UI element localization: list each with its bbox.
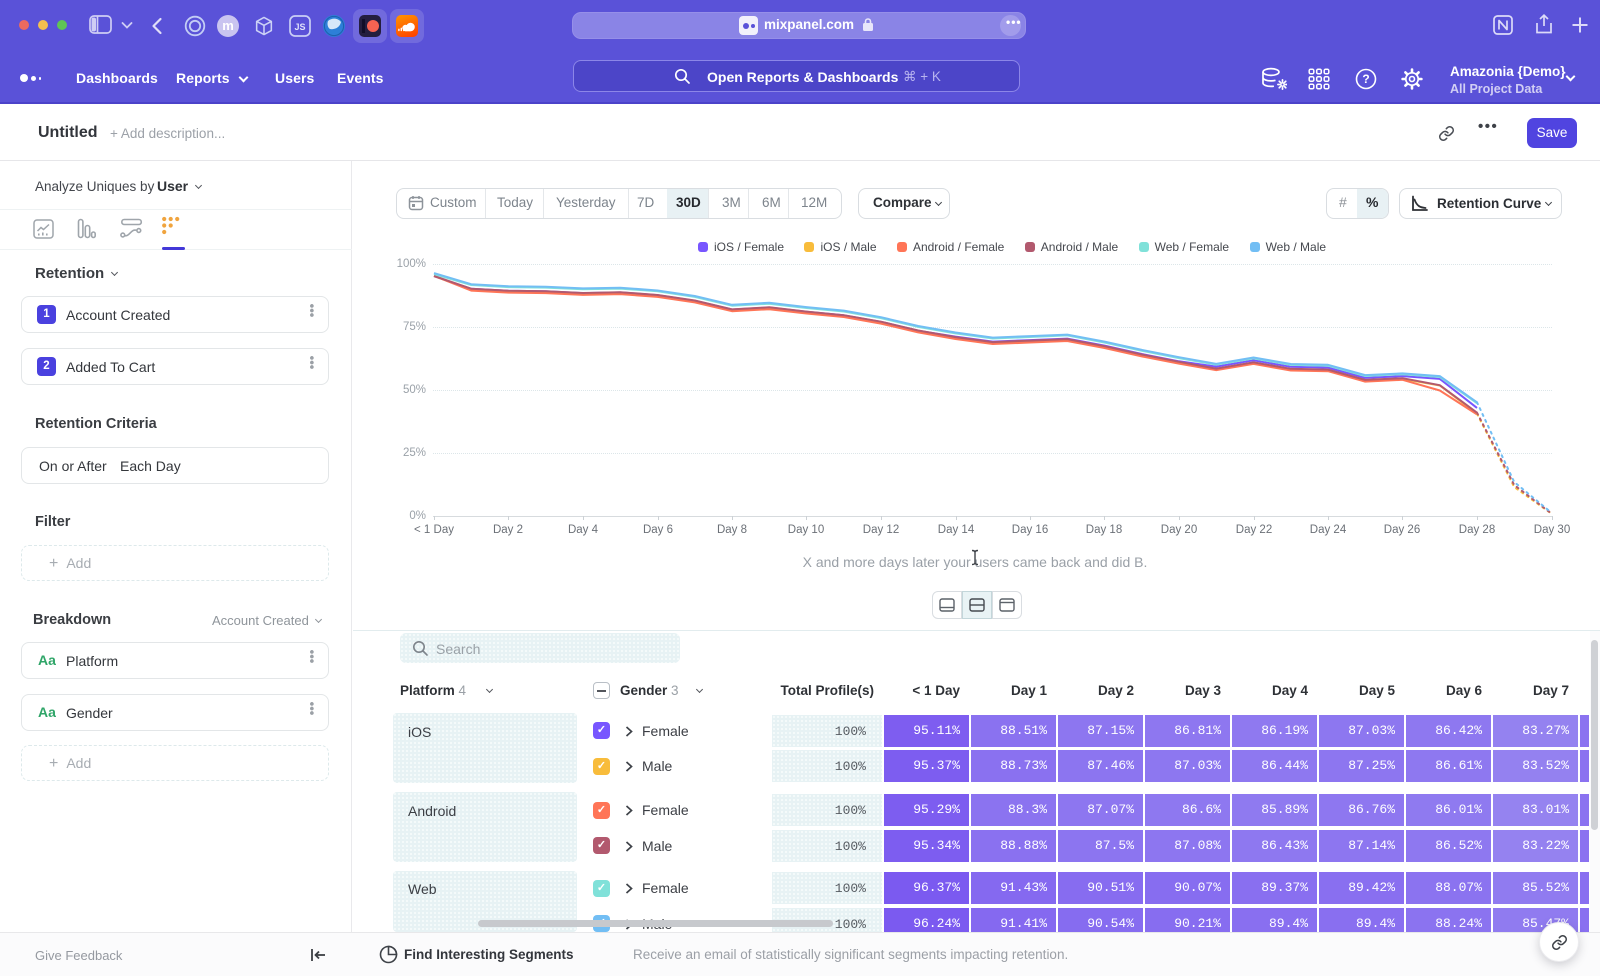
svg-text:JS: JS	[294, 22, 305, 32]
svg-text:?: ?	[1362, 72, 1369, 86]
